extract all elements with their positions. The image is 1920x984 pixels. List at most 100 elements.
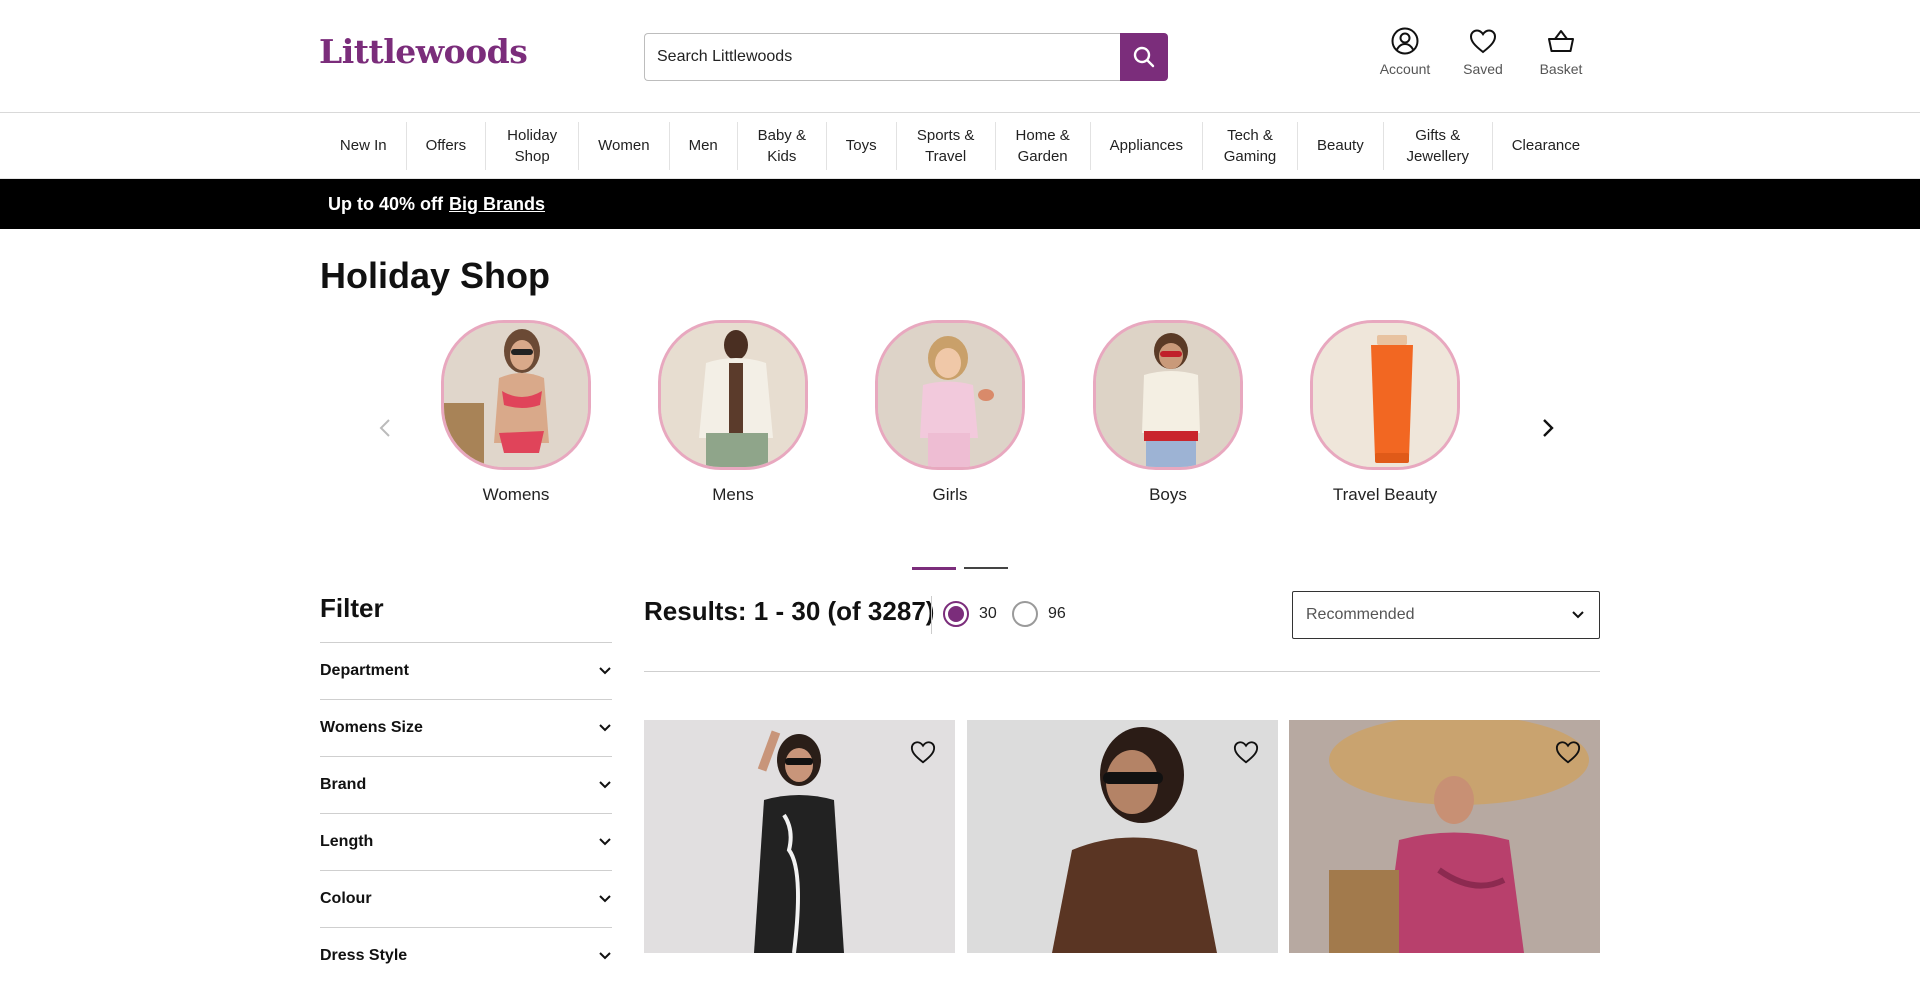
nav-men[interactable]: Men: [670, 121, 738, 170]
filter-womens-size-label: Womens Size: [320, 719, 423, 736]
nav-women[interactable]: Women: [579, 121, 670, 170]
category-mens-label: Mens: [712, 485, 754, 504]
page-title: Holiday Shop: [320, 255, 551, 296]
nav-clearance[interactable]: Clearance: [1493, 122, 1599, 170]
chevron-down-icon: [599, 895, 611, 903]
nav-appliances[interactable]: Appliances: [1091, 121, 1204, 170]
product-2-save-button[interactable]: [1230, 736, 1262, 768]
results-divider-line: [644, 671, 1600, 672]
product-card-2[interactable]: [967, 720, 1278, 953]
product-1-save-button[interactable]: [907, 736, 939, 768]
basket-label: Basket: [1539, 61, 1583, 77]
nav-baby-kids[interactable]: Baby & Kids: [738, 121, 827, 170]
category-girls-image: [875, 320, 1025, 470]
promo-link[interactable]: Big Brands: [449, 194, 545, 215]
account-icon: [1391, 27, 1419, 55]
carousel-dot-1[interactable]: [912, 567, 956, 570]
nav-gifts-jewellery[interactable]: Gifts & Jewellery: [1384, 121, 1493, 170]
sort-selected-value: Recommended: [1306, 606, 1415, 623]
filter-brand[interactable]: Brand: [320, 756, 612, 813]
saved-label: Saved: [1463, 61, 1503, 77]
chevron-down-icon: [599, 838, 611, 846]
account-label: Account: [1379, 61, 1431, 77]
main-nav: New In Offers Holiday Shop Women Men Bab…: [0, 113, 1920, 179]
category-mens-image: [658, 320, 808, 470]
chevron-down-icon: [599, 667, 611, 675]
site-logo[interactable]: Littlewoods: [319, 32, 528, 71]
nav-home-garden-label: Home & Garden: [1015, 126, 1070, 165]
nav-new-in[interactable]: New In: [321, 121, 407, 170]
basket-button[interactable]: Basket: [1522, 26, 1600, 77]
nav-tech-gaming-label: Tech & Gaming: [1223, 126, 1277, 165]
carousel-dot-2[interactable]: [964, 567, 1008, 569]
category-carousel: Womens Mens Girls Boys Travel Beauty: [320, 318, 1600, 508]
category-womens-image: [441, 320, 591, 470]
per-page-96-radio[interactable]: [1012, 601, 1038, 627]
carousel-next-button[interactable]: [1533, 413, 1563, 443]
per-page-30-radio[interactable]: [943, 601, 969, 627]
filter-womens-size[interactable]: Womens Size: [320, 699, 612, 756]
category-travel-beauty-label: Travel Beauty: [1332, 485, 1438, 504]
site-header: Littlewoods Account Saved Basket: [0, 0, 1920, 113]
category-womens-label: Womens: [482, 485, 550, 504]
search-input[interactable]: [644, 33, 1121, 81]
chevron-down-icon: [599, 724, 611, 732]
category-girls-label: Girls: [932, 485, 968, 504]
saved-button[interactable]: Saved: [1444, 26, 1522, 77]
nav-offers[interactable]: Offers: [407, 121, 487, 170]
filter-department[interactable]: Department: [320, 642, 612, 699]
nav-gifts-jewellery-label: Gifts & Jewellery: [1406, 126, 1469, 165]
results-divider: [931, 596, 932, 634]
per-page-30-label: 30: [979, 605, 997, 622]
chevron-left-icon: [379, 419, 390, 437]
category-boys-label: Boys: [1149, 485, 1187, 504]
heart-icon: [910, 741, 936, 764]
category-womens[interactable]: Womens: [436, 320, 596, 505]
account-button[interactable]: Account: [1366, 26, 1444, 77]
nav-baby-kids-label: Baby & Kids: [757, 126, 806, 165]
filter-department-label: Department: [320, 662, 409, 679]
per-page-96[interactable]: 96: [1012, 601, 1066, 627]
nav-toys[interactable]: Toys: [827, 121, 897, 170]
promo-text: Up to 40% off: [328, 193, 443, 214]
nav-sports-travel[interactable]: Sports & Travel: [897, 121, 996, 170]
filter-length-label: Length: [320, 833, 374, 850]
nav-tech-gaming[interactable]: Tech & Gaming: [1203, 121, 1299, 170]
chevron-down-icon: [1572, 611, 1584, 619]
carousel-prev-button[interactable]: [370, 413, 400, 443]
product-card-1[interactable]: [644, 720, 955, 953]
category-girls[interactable]: Girls: [870, 320, 1030, 505]
filter-dress-style-label: Dress Style: [320, 947, 408, 964]
search-bar: [644, 33, 1168, 81]
basket-icon: [1548, 30, 1574, 52]
nav-beauty[interactable]: Beauty: [1298, 121, 1384, 170]
results-count: Results: 1 - 30 (of 3287): [644, 596, 935, 626]
filter-colour-label: Colour: [320, 890, 372, 907]
per-page-30[interactable]: 30: [943, 601, 997, 627]
category-boys-image: [1093, 320, 1243, 470]
category-travel-beauty[interactable]: Travel Beauty: [1305, 320, 1465, 505]
sort-select[interactable]: Recommended: [1292, 591, 1600, 639]
search-button[interactable]: [1120, 33, 1168, 81]
nav-sports-travel-label: Sports & Travel: [916, 126, 975, 165]
filter-length[interactable]: Length: [320, 813, 612, 870]
category-boys[interactable]: Boys: [1088, 320, 1248, 505]
filter-colour[interactable]: Colour: [320, 870, 612, 927]
heart-icon: [1469, 29, 1497, 54]
filter-dress-style[interactable]: Dress Style: [320, 927, 612, 984]
nav-holiday-shop-label: Holiday Shop: [507, 126, 558, 165]
heart-icon: [1233, 741, 1259, 764]
category-mens[interactable]: Mens: [653, 320, 813, 505]
nav-home-garden[interactable]: Home & Garden: [996, 121, 1091, 170]
filter-title: Filter: [320, 593, 384, 623]
heart-icon: [1555, 741, 1581, 764]
promo-banner: Up to 40% off Big Brands: [0, 179, 1920, 229]
product-3-save-button[interactable]: [1552, 736, 1584, 768]
filter-list: Department Womens Size Brand Length Colo…: [320, 642, 612, 984]
chevron-right-icon: [1543, 419, 1554, 437]
header-actions: Account Saved Basket: [1366, 26, 1600, 77]
product-card-3[interactable]: [1289, 720, 1600, 953]
chevron-down-icon: [599, 781, 611, 789]
nav-holiday-shop[interactable]: Holiday Shop: [486, 121, 580, 170]
carousel-pagination: [912, 567, 1008, 570]
